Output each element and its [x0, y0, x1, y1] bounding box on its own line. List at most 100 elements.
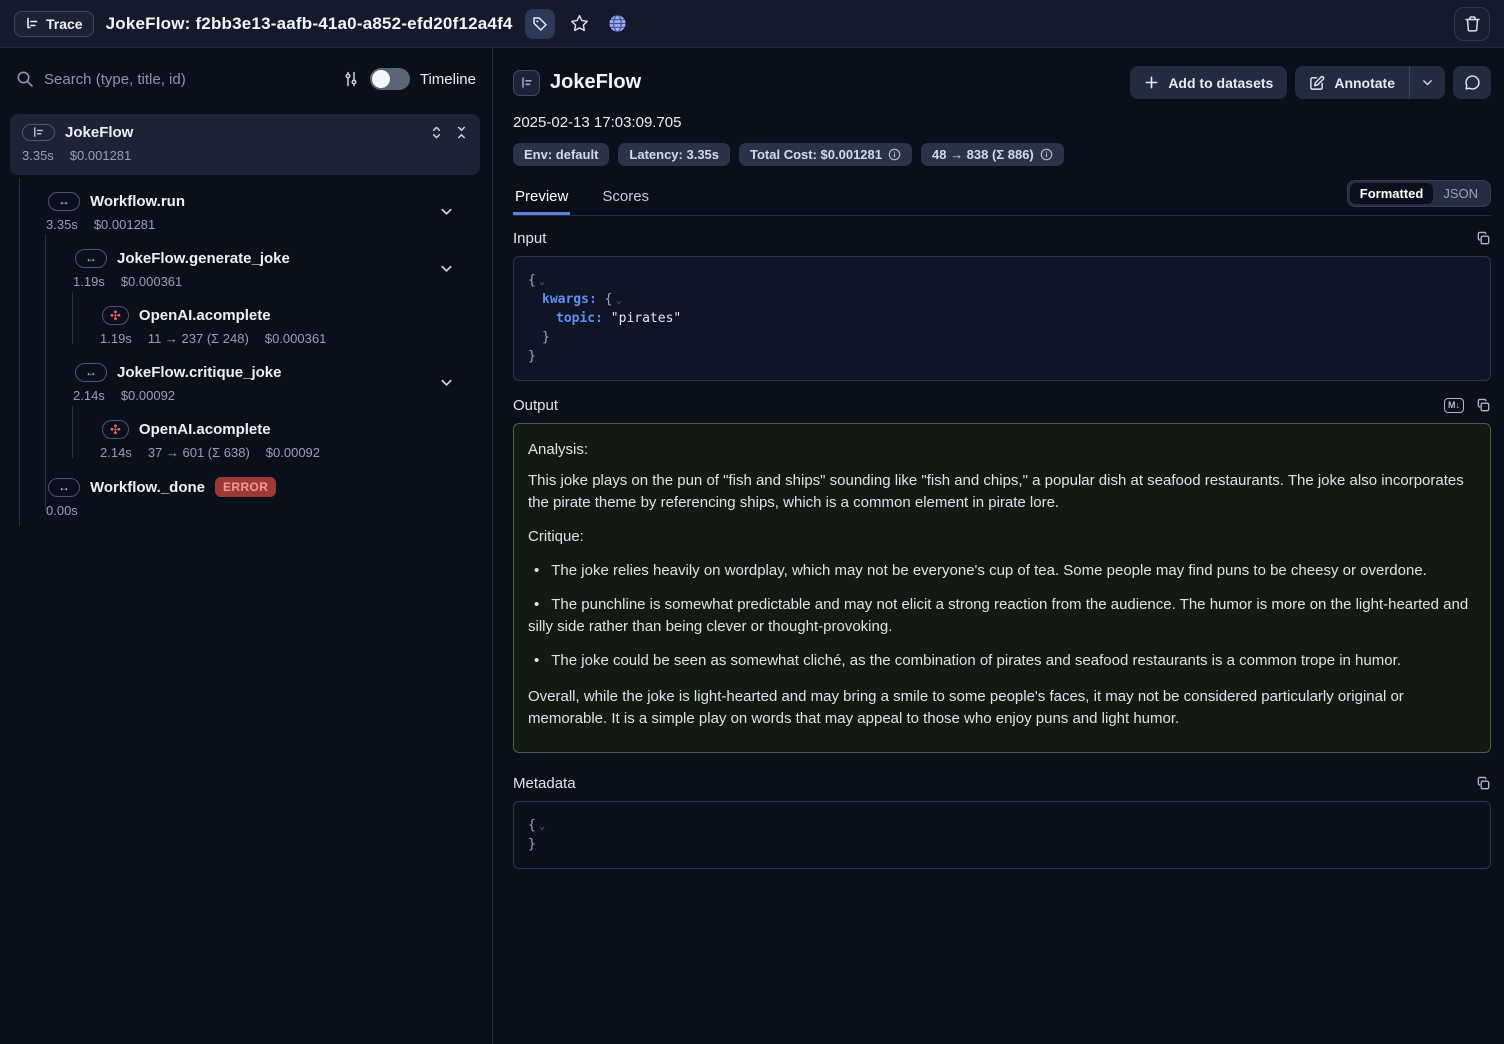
- tree-node-jokeflow-root[interactable]: JokeFlow: [10, 114, 480, 175]
- copy-icon[interactable]: [1476, 398, 1491, 413]
- collapse-caret-icon[interactable]: [539, 274, 546, 287]
- chevron-down-icon[interactable]: [439, 204, 454, 219]
- globe-icon: [608, 14, 627, 33]
- json-key: kwargs:: [542, 292, 597, 307]
- output-bullet: The joke relies heavily on wordplay, whi…: [528, 560, 1476, 582]
- json-brace: }: [542, 330, 550, 345]
- output-section: Output M↓ Analysis: This joke plays on t…: [513, 397, 1491, 753]
- comments-button[interactable]: [1453, 66, 1491, 99]
- node-duration: 3.35s: [46, 217, 78, 232]
- annotate-button[interactable]: Annotate: [1295, 66, 1409, 99]
- json-brace: }: [528, 837, 536, 852]
- json-brace: {: [528, 273, 536, 288]
- annotate-split-button: Annotate: [1295, 66, 1445, 99]
- trace-tree-sidebar: Timeline JokeFlow: [0, 48, 493, 1044]
- tag-button[interactable]: [525, 9, 555, 39]
- chevron-down-icon[interactable]: [439, 375, 454, 390]
- format-formatted-option[interactable]: Formatted: [1350, 183, 1434, 204]
- tree-node-workflow-done[interactable]: ↔ Workflow._done ERROR 0.00s: [0, 477, 492, 518]
- add-to-datasets-button[interactable]: Add to datasets: [1130, 66, 1287, 99]
- info-icon: [1040, 148, 1053, 161]
- tree-node-label: Workflow.run: [90, 193, 185, 210]
- public-button[interactable]: [605, 11, 631, 37]
- tokens-badge-label: 48 → 838 (Σ 886): [932, 147, 1034, 162]
- trace-title-icon: [513, 70, 540, 96]
- comment-bubble-icon: [1464, 74, 1481, 91]
- markdown-toggle-icon[interactable]: M↓: [1444, 398, 1464, 413]
- format-json-option[interactable]: JSON: [1433, 183, 1488, 204]
- node-cost: $0.001281: [70, 148, 131, 163]
- star-button[interactable]: [567, 11, 593, 37]
- trace-title: JokeFlow: [550, 71, 641, 94]
- node-duration: 3.35s: [22, 148, 54, 163]
- trace-badges: Env: default Latency: 3.35s Total Cost: …: [513, 143, 1491, 166]
- node-cost: $0.00092: [266, 445, 320, 460]
- node-duration: 2.14s: [100, 445, 132, 460]
- copy-icon[interactable]: [1476, 776, 1491, 791]
- tree-node-label: OpenAI.acomplete: [139, 307, 271, 324]
- generation-pill-icon: ✣: [102, 420, 129, 439]
- node-duration: 1.19s: [73, 274, 105, 289]
- span-pill-icon: ↔: [75, 363, 107, 382]
- add-to-datasets-label: Add to datasets: [1168, 75, 1273, 91]
- tab-preview[interactable]: Preview: [513, 179, 570, 215]
- tree-node-label: Workflow._done: [90, 479, 205, 496]
- collapse-caret-icon[interactable]: [615, 293, 622, 306]
- generation-pill-icon: ✣: [102, 306, 129, 325]
- input-json-viewer[interactable]: { kwargs: { topic: "pirates" } }: [513, 256, 1491, 381]
- latency-badge: Latency: 3.35s: [618, 143, 730, 166]
- output-analysis-text: This joke plays on the pun of "fish and …: [528, 470, 1476, 514]
- expand-all-icon[interactable]: [430, 125, 443, 140]
- annotate-pencil-icon: [1309, 75, 1325, 91]
- tokens-badge: 48 → 838 (Σ 886): [921, 143, 1064, 166]
- star-icon: [570, 14, 589, 33]
- node-cost: $0.00092: [121, 388, 175, 403]
- total-cost-badge: Total Cost: $0.001281: [739, 143, 912, 166]
- annotate-dropdown-button[interactable]: [1409, 66, 1445, 99]
- output-content: Analysis: This joke plays on the pun of …: [513, 423, 1491, 753]
- node-cost: $0.000361: [121, 274, 182, 289]
- node-duration: 1.19s: [100, 331, 132, 346]
- tag-icon: [532, 16, 548, 32]
- total-cost-label: Total Cost: $0.001281: [750, 147, 882, 162]
- metadata-json-viewer[interactable]: { }: [513, 801, 1491, 869]
- collapse-caret-icon[interactable]: [539, 819, 546, 832]
- span-pill-icon: ↔: [48, 478, 80, 497]
- metadata-section-label: Metadata: [513, 775, 576, 792]
- top-bar: Trace JokeFlow: f2bb3e13-aafb-41a0-a852-…: [0, 0, 1504, 48]
- collapse-all-icon[interactable]: [455, 125, 468, 140]
- node-duration: 0.00s: [46, 503, 78, 518]
- tree-node-openai-acomplete-1[interactable]: ✣ OpenAI.acomplete 1.19s 11 → 237 (Σ 248…: [0, 306, 492, 346]
- filter-sliders-icon[interactable]: [342, 70, 360, 88]
- output-section-label: Output: [513, 397, 558, 414]
- env-badge: Env: default: [513, 143, 609, 166]
- env-badge-label: Env: default: [524, 147, 598, 162]
- timeline-toggle[interactable]: [370, 68, 410, 90]
- trace-badge-label: Trace: [46, 16, 83, 32]
- tree-node-openai-acomplete-2[interactable]: ✣ OpenAI.acomplete 2.14s 37 → 601 (Σ 638…: [0, 420, 492, 460]
- search-input[interactable]: [44, 71, 332, 88]
- node-cost: $0.000361: [265, 331, 326, 346]
- tab-scores[interactable]: Scores: [600, 179, 651, 215]
- tree-node-generate-joke[interactable]: ↔ JokeFlow.generate_joke 1.19s $0.000361: [0, 249, 492, 289]
- page-title: JokeFlow: f2bb3e13-aafb-41a0-a852-efd20f…: [106, 14, 513, 34]
- trace-pill-icon: [22, 124, 55, 141]
- output-conclusion: Overall, while the joke is light-hearted…: [528, 686, 1476, 730]
- input-section: Input { kwargs: { topic: "pirates" } }: [513, 230, 1491, 381]
- span-pill-icon: ↔: [75, 249, 107, 268]
- delete-trace-button[interactable]: [1454, 7, 1490, 41]
- plus-icon: [1144, 75, 1159, 90]
- chevron-down-icon[interactable]: [439, 261, 454, 276]
- timeline-toggle-label: Timeline: [420, 71, 476, 88]
- tree-node-critique-joke[interactable]: ↔ JokeFlow.critique_joke 2.14s $0.00092: [0, 363, 492, 403]
- node-tokens: 37 → 601 (Σ 638): [148, 445, 250, 460]
- info-icon: [888, 148, 901, 161]
- metadata-section: Metadata { }: [513, 775, 1491, 869]
- tree-node-workflow-run[interactable]: ↔ Workflow.run 3.35s $0.001281: [0, 192, 492, 232]
- trash-icon: [1464, 15, 1481, 33]
- trace-tree: JokeFlow: [0, 114, 492, 518]
- copy-icon[interactable]: [1476, 231, 1491, 246]
- tree-node-label: JokeFlow: [65, 124, 133, 141]
- json-string-value: "pirates": [611, 311, 681, 326]
- node-duration: 2.14s: [73, 388, 105, 403]
